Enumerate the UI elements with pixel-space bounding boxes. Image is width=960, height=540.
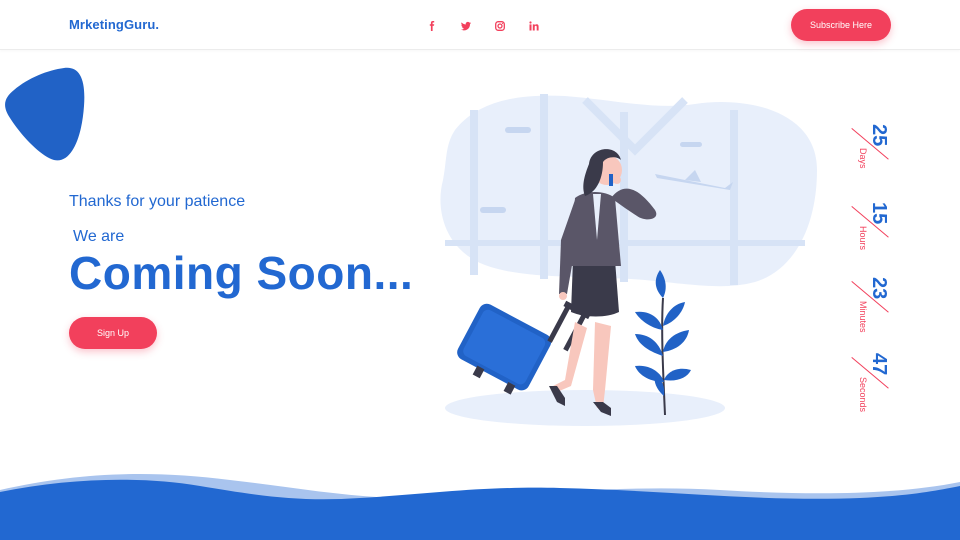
twitter-icon[interactable]: [458, 18, 474, 34]
countdown-minutes-label: Minutes: [858, 301, 868, 333]
we-are-text: We are: [73, 228, 125, 245]
countdown-minutes: 23 Minutes: [848, 275, 894, 333]
countdown-seconds-label: Seconds: [858, 377, 868, 413]
facebook-icon[interactable]: [424, 18, 440, 34]
footer-wave: [0, 474, 960, 540]
sign-up-button[interactable]: Sign Up: [69, 317, 157, 349]
social-links: [424, 18, 542, 34]
decorative-blob: [5, 67, 85, 161]
countdown-seconds-value: 47: [868, 353, 890, 376]
countdown-days: 25 Days: [848, 122, 894, 174]
countdown-days-label: Days: [858, 148, 868, 169]
brand-logo[interactable]: MrketingGuru.: [69, 17, 159, 32]
countdown-days-value: 25: [868, 124, 890, 147]
countdown-minutes-value: 23: [868, 277, 890, 300]
instagram-icon[interactable]: [492, 18, 508, 34]
site-header: MrketingGuru. Subscribe Here: [0, 0, 960, 50]
countdown-seconds: 47 Seconds: [848, 351, 894, 412]
subscribe-button[interactable]: Subscribe Here: [791, 9, 891, 41]
countdown-hours-label: Hours: [858, 226, 868, 251]
tagline: Thanks for your patience: [69, 193, 246, 210]
linkedin-icon[interactable]: [526, 18, 542, 34]
countdown-hours-value: 15: [868, 202, 890, 225]
traveler-illustration: [440, 94, 817, 426]
countdown-hours: 15 Hours: [848, 200, 894, 252]
page-title: Coming Soon...: [69, 247, 414, 299]
